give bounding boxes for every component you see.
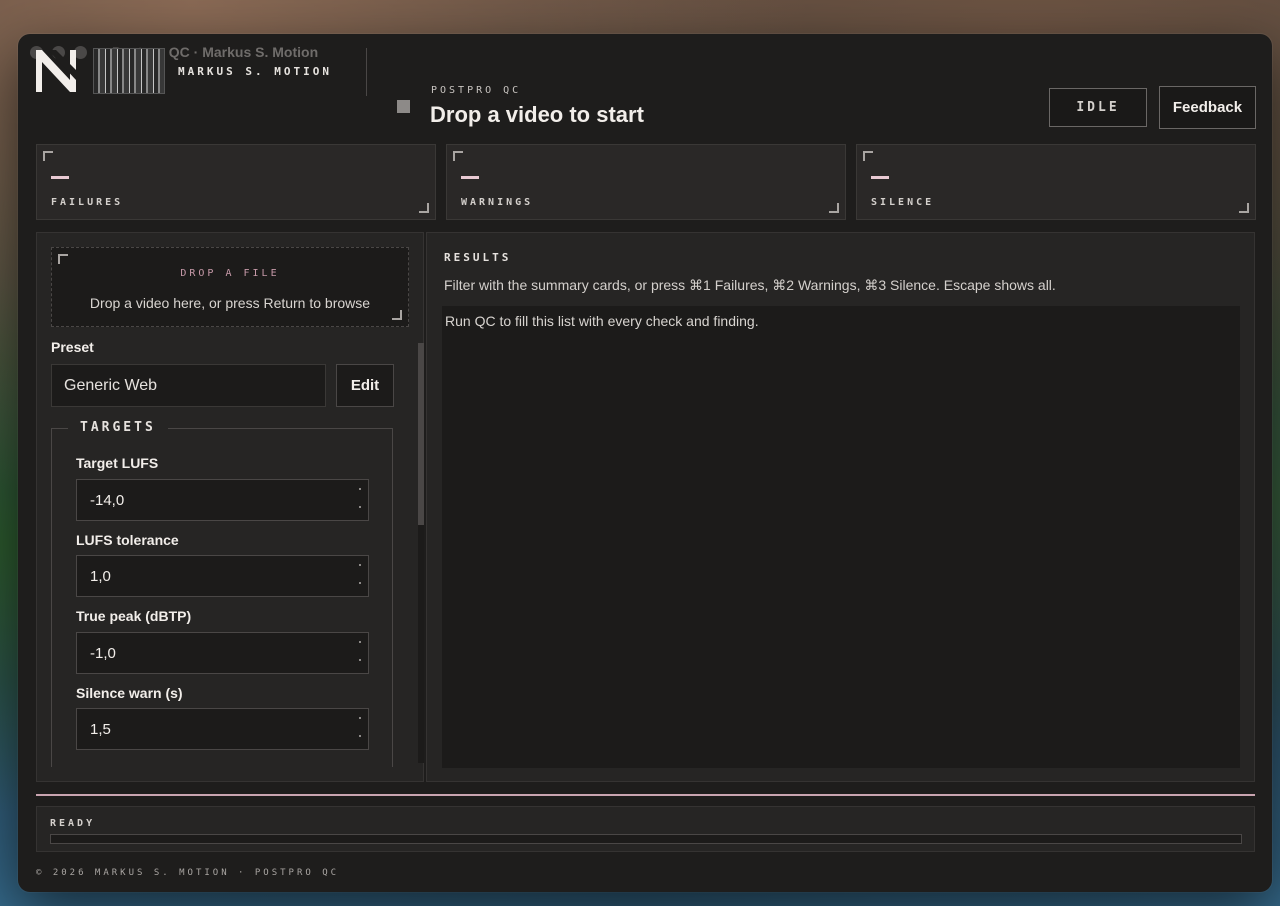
stepper-icon[interactable] — [357, 488, 362, 514]
stepper-icon[interactable] — [357, 717, 362, 743]
preset-label: Preset — [51, 339, 94, 355]
corner-bracket-icon — [419, 203, 429, 213]
lufs-tolerance-label: LUFS tolerance — [76, 532, 179, 548]
target-lufs-value: -14,0 — [90, 491, 125, 509]
results-list[interactable]: Run QC to fill this list with every chec… — [442, 306, 1240, 768]
corner-bracket-icon — [1239, 203, 1249, 213]
settings-scroll-area: Preset Generic Web Edit TARGETS Target L… — [51, 339, 395, 767]
true-peak-value: -1,0 — [90, 644, 116, 662]
silence-warn-input[interactable]: 1,5 — [76, 708, 369, 750]
settings-panel: DROP A FILE Drop a video here, or press … — [36, 232, 424, 782]
progress-bar — [50, 834, 1242, 844]
stepper-icon[interactable] — [357, 641, 362, 667]
corner-bracket-icon — [392, 310, 402, 320]
card-label: WARNINGS — [461, 197, 534, 208]
summary-card-failures[interactable]: FAILURES — [36, 144, 436, 220]
copyright-text: © 2026 MARKUS S. MOTION · POSTPRO QC — [36, 868, 340, 878]
status-badge: IDLE — [1049, 88, 1147, 127]
corner-bracket-icon — [453, 151, 463, 161]
status-label: READY — [50, 818, 96, 829]
brand-thumbnail — [93, 48, 165, 94]
corner-bracket-icon — [43, 151, 53, 161]
target-lufs-label: Target LUFS — [76, 455, 159, 471]
app-label: POSTPRO QC — [431, 85, 522, 96]
corner-bracket-icon — [58, 254, 68, 264]
stepper-icon[interactable] — [357, 564, 362, 590]
true-peak-input[interactable]: -1,0 — [76, 632, 369, 674]
file-dropzone[interactable]: DROP A FILE Drop a video here, or press … — [51, 247, 409, 327]
results-title: RESULTS — [444, 251, 512, 264]
scrollbar-thumb[interactable] — [418, 343, 424, 525]
app-window: Postpro QC · Markus S. Motion MARKUS S. … — [18, 34, 1272, 892]
header-divider — [366, 48, 367, 96]
summary-card-silence[interactable]: SILENCE — [856, 144, 1256, 220]
corner-bracket-icon — [829, 203, 839, 213]
card-label: SILENCE — [871, 197, 935, 208]
lufs-tolerance-value: 1,0 — [90, 567, 111, 585]
target-lufs-input[interactable]: -14,0 — [76, 479, 369, 521]
dropzone-label: DROP A FILE — [180, 268, 280, 279]
page-title: Drop a video to start — [430, 102, 644, 127]
summary-card-warnings[interactable]: WARNINGS — [446, 144, 846, 220]
count-placeholder — [461, 176, 479, 179]
lufs-tolerance-input[interactable]: 1,0 — [76, 555, 369, 597]
brand-logo-icon — [36, 50, 76, 92]
dropzone-text: Drop a video here, or press Return to br… — [89, 295, 371, 311]
preset-select[interactable]: Generic Web — [51, 364, 326, 407]
targets-legend: TARGETS — [68, 420, 168, 435]
silence-warn-value: 1,5 — [90, 720, 111, 738]
results-panel: RESULTS Filter with the summary cards, o… — [426, 232, 1255, 782]
edit-preset-button[interactable]: Edit — [336, 364, 394, 407]
true-peak-label: True peak (dBTP) — [76, 608, 192, 624]
status-indicator-icon — [397, 100, 410, 113]
footer-rule — [36, 794, 1255, 796]
results-empty-text: Run QC to fill this list with every chec… — [445, 313, 759, 329]
results-hint: Filter with the summary cards, or press … — [444, 277, 1056, 293]
count-placeholder — [51, 176, 69, 179]
brand-name: MARKUS S. MOTION — [178, 65, 332, 78]
targets-fieldset: TARGETS Target LUFS -14,0 LUFS tolerance… — [51, 420, 393, 767]
settings-scrollbar[interactable] — [418, 343, 424, 763]
card-label: FAILURES — [51, 197, 124, 208]
corner-bracket-icon — [863, 151, 873, 161]
count-placeholder — [871, 176, 889, 179]
feedback-button[interactable]: Feedback — [1159, 86, 1256, 129]
silence-warn-label: Silence warn (s) — [76, 685, 183, 701]
status-panel: READY — [36, 806, 1255, 852]
